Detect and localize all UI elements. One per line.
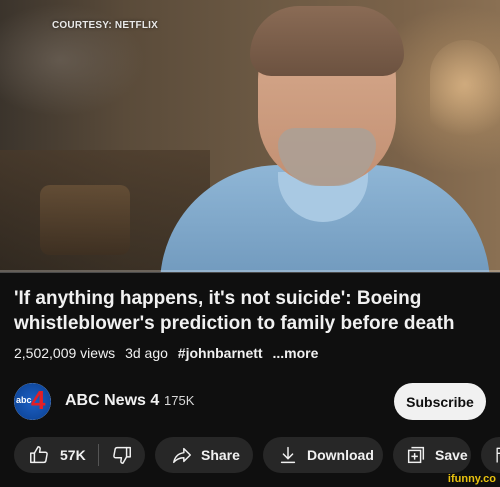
save-button[interactable]: Save [393,437,471,473]
like-divider [97,444,99,466]
video-progress-bar[interactable] [0,270,500,273]
video-title: 'If anything happens, it's not suicide':… [14,288,455,334]
video-person [150,0,500,272]
person-hair [250,6,404,76]
share-button[interactable]: Share [155,437,253,473]
download-label: Download [307,447,374,463]
video-meta[interactable]: 2,502,009 views 3d ago #johnbarnett ...m… [14,345,324,361]
like-count: 57K [60,447,86,463]
save-playlist-icon [407,446,425,464]
more-link[interactable]: ...more [272,345,318,361]
thumbs-down-icon [112,446,131,464]
avatar-abc-text: abc [16,395,32,405]
flag-icon [496,447,500,463]
dislike-button[interactable] [111,444,133,466]
report-button[interactable] [481,437,500,473]
ifunny-watermark: ifunny.co [445,473,498,485]
channel-row: abc 4 ABC News 4 175K Subscribe [14,383,486,421]
channel-avatar[interactable]: abc 4 [14,383,51,420]
channel-name[interactable]: ABC News 4 [65,392,159,410]
thumbs-up-icon [30,446,48,464]
share-icon [173,447,191,464]
avatar-number: 4 [31,385,46,415]
subscribe-button[interactable]: Subscribe [394,383,486,420]
download-button[interactable]: Download [263,437,383,473]
like-dislike-group: 57K [14,437,145,473]
video-watermark: COURTESY: NETFLIX [52,20,158,31]
upload-age: 3d ago [125,345,168,361]
background-chair [40,185,130,255]
save-label: Save [435,447,468,463]
like-button[interactable]: 57K [14,444,86,466]
hashtag-link[interactable]: #johnbarnett [178,345,263,361]
share-label: Share [201,447,240,463]
action-bar: 57K Share Download Save [14,437,500,473]
download-icon [280,446,296,464]
view-count: 2,502,009 views [14,345,116,361]
subscriber-count: 175K [164,393,195,408]
video-player[interactable]: COURTESY: NETFLIX [0,0,500,272]
